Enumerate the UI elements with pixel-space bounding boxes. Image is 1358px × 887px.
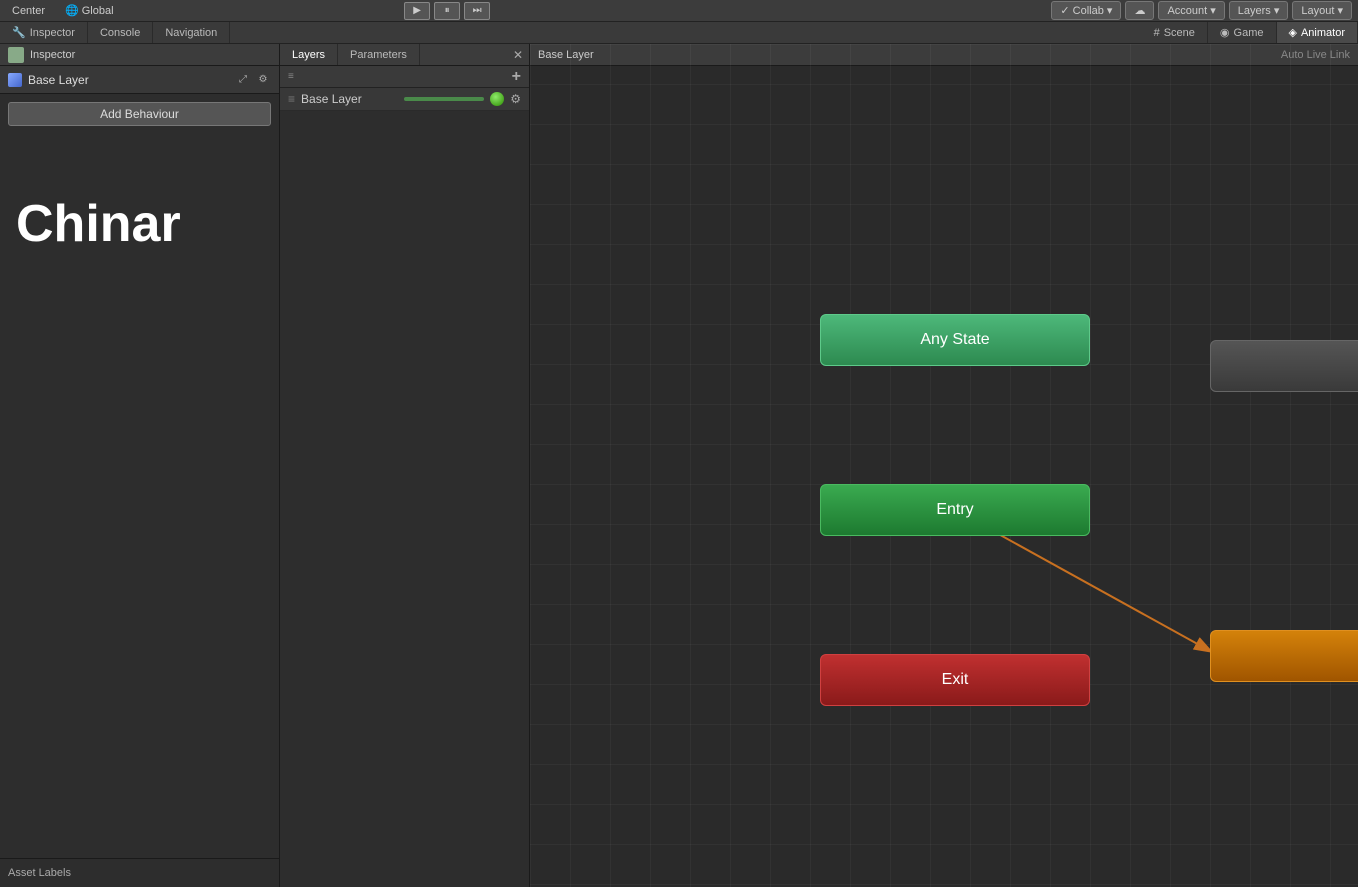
tab-scene[interactable]: # Scene [1142, 22, 1208, 43]
header-icons: ⤢ ⚙ [235, 72, 271, 88]
tab-game[interactable]: ◉ Game [1208, 22, 1277, 43]
settings-icon[interactable]: ⚙ [255, 72, 271, 88]
pause-button[interactable]: ⏸ [434, 2, 460, 20]
layers-panel-toolbar: ≡ + [280, 66, 529, 88]
tab-animator[interactable]: ◈ Animator [1277, 22, 1358, 43]
tab-navigation[interactable]: Navigation [153, 22, 230, 43]
playback-controls: ▶ ⏸ ⏭ [404, 2, 490, 20]
layers-tab-layers[interactable]: Layers [280, 44, 338, 65]
global-icon: 🌐 [65, 4, 79, 17]
base-layer-item[interactable]: ≡ Base Layer ⚙ [280, 88, 529, 111]
animator-area: Base Layer Auto Live Link [530, 44, 1358, 887]
exit-node[interactable]: Exit [820, 654, 1090, 706]
scene-icon: # [1154, 27, 1160, 39]
base-layer-label: Base Layer [8, 73, 89, 87]
layers-add-button[interactable]: + [512, 68, 521, 86]
inspector-title: Inspector [30, 49, 75, 61]
layers-panel: Layers Parameters ✕ ≡ + ≡ Base Layer ⚙ [280, 44, 530, 887]
top-bar: Center 🌐 Global ▶ ⏸ ⏭ ✓ Collab ▾ ☁ Accou… [0, 0, 1358, 22]
asset-labels: Asset Labels [0, 858, 279, 887]
animator-icon: ◈ [1289, 26, 1297, 39]
layers-dropdown[interactable]: Layers ▾ [1229, 1, 1289, 20]
game-icon: ◉ [1220, 26, 1230, 39]
account-button[interactable]: Account ▾ [1158, 1, 1224, 20]
tab-console[interactable]: Console [88, 22, 153, 43]
skip-button[interactable]: ⏭ [464, 2, 490, 20]
layers-tabs: Layers Parameters [280, 44, 420, 65]
run-node[interactable]: Run [1210, 340, 1358, 392]
avatar-icon [8, 47, 24, 63]
global-toggle[interactable]: 🌐 Global [59, 2, 120, 19]
idle-node[interactable]: Idle [1210, 630, 1358, 682]
tab-row: 🔧 Inspector Console Navigation # Scene ◉… [0, 22, 1358, 44]
main-layout: Inspector Base Layer ⤢ ⚙ Add Behaviour C… [0, 44, 1358, 887]
chinar-heading: Chinar [0, 174, 279, 274]
add-behaviour-button[interactable]: Add Behaviour [8, 102, 271, 126]
center-toggle[interactable]: Center [6, 3, 51, 19]
drag-handle-icon: ≡ [288, 92, 295, 106]
layout-dropdown[interactable]: Layout ▾ [1292, 1, 1352, 20]
top-bar-right: ✓ Collab ▾ ☁ Account ▾ Layers ▾ Layout ▾ [1051, 1, 1352, 20]
tab-inspector[interactable]: 🔧 Inspector [0, 22, 88, 43]
inspector-sub-header: Base Layer ⤢ ⚙ [0, 66, 279, 94]
play-button[interactable]: ▶ [404, 2, 430, 20]
layers-close-icon[interactable]: ✕ [513, 48, 523, 62]
inspector-icon: 🔧 [12, 26, 26, 39]
inspector-panel: Inspector Base Layer ⤢ ⚙ Add Behaviour C… [0, 44, 280, 887]
layer-weight-fill [404, 97, 484, 101]
object-icon [8, 73, 22, 87]
base-layer-item-left: ≡ Base Layer [288, 92, 362, 106]
expand-icon[interactable]: ⤢ [235, 72, 251, 88]
inspector-header: Inspector [0, 44, 279, 66]
layers-tab-parameters[interactable]: Parameters [338, 44, 420, 65]
layer-active-dot [490, 92, 504, 106]
layers-header: Layers Parameters ✕ [280, 44, 529, 66]
layer-weight-bar [404, 97, 484, 101]
entry-node[interactable]: Entry [820, 484, 1090, 536]
collab-button[interactable]: ✓ Collab ▾ [1051, 1, 1121, 20]
any-state-node[interactable]: Any State [820, 314, 1090, 366]
layer-gear-icon[interactable]: ⚙ [510, 92, 521, 106]
cloud-button[interactable]: ☁ [1125, 1, 1154, 20]
grid-canvas [530, 44, 1358, 887]
